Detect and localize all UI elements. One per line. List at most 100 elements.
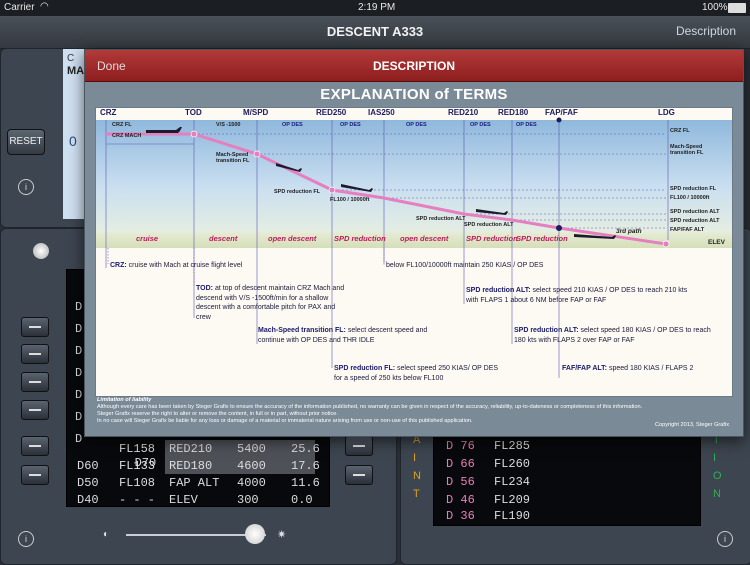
line-select-key[interactable] [21, 372, 49, 392]
side-letter: N [413, 470, 421, 482]
liability-line: Although every care has been taken by St… [97, 404, 643, 410]
phase-label: SPD reduction [516, 234, 568, 243]
fl-cell: FL260 [494, 457, 531, 471]
battery-percent: 100% [702, 2, 728, 13]
info-icon[interactable]: i [18, 531, 34, 547]
note-mach: Mach-Speed transition FL: select descent… [258, 327, 428, 344]
side-letter: N [713, 488, 721, 500]
wifi-icon: ◠ [40, 1, 49, 12]
line-select-key[interactable] [21, 436, 49, 456]
left-control-panel: C MA 0 RESET i [0, 48, 94, 228]
descent-profile-svg [105, 117, 670, 378]
fl100-label: FL100 / 10000ft [330, 197, 370, 203]
info-icon[interactable]: i [18, 179, 34, 195]
right-label: Mach-Speed transition FL [670, 144, 704, 156]
modal-title: DESCRIPTION [372, 59, 455, 73]
phase-label: cruise [136, 234, 159, 243]
line-select-key[interactable] [345, 465, 373, 485]
fl-cell: FL234 [494, 475, 531, 489]
bright-icon: ✷ [277, 529, 287, 541]
phase-label: open descent [400, 234, 449, 243]
dist-cell: 11.6 [291, 476, 320, 490]
table-row[interactable]: D60 [77, 459, 99, 473]
partial-value: 0 [69, 133, 77, 149]
reset-button[interactable]: RESET [7, 129, 45, 155]
d-cell: D 66 [446, 457, 475, 471]
info-icon[interactable]: i [717, 531, 733, 547]
alt-cell: 5400 [237, 442, 266, 456]
name-cell: ELEV [169, 493, 198, 507]
profile-point [328, 186, 336, 194]
name-cell: RED210 [169, 442, 213, 456]
spd-fl-label: SPD reduction FL [274, 189, 321, 195]
d-label: D [75, 300, 83, 314]
side-letter: I [413, 452, 417, 464]
fmc-screen-right: D 76 FL285 D 66 FL260 D 56 FL234 D 46 FL… [433, 434, 701, 526]
note-alt2: SPD reduction ALT: select speed 180 KIAS… [514, 327, 711, 344]
alt-cell: 4600 [237, 459, 266, 473]
right-label: SPD reduction FL [670, 186, 717, 192]
side-letter: O [713, 470, 722, 482]
terms-diagram: CRZ TOD M/SPD RED250 IAS250 RED210 RED18… [95, 107, 733, 397]
fl-cell: FL108 [119, 476, 156, 490]
right-label: FL100 / 10000ft [670, 195, 710, 201]
op-des-label: OP DES [470, 122, 491, 128]
phase-label: descent [209, 234, 238, 243]
profile-point [662, 240, 670, 248]
right-label: SPD reduction ALT [670, 209, 720, 215]
op-des-label: OP DES [406, 122, 427, 128]
fl-cell: FL209 [494, 493, 531, 507]
alt-cell: 300 [237, 493, 259, 507]
line-select-key[interactable] [21, 344, 49, 364]
fl-cell: FL285 [494, 439, 531, 453]
phase-label: open descent [268, 234, 317, 243]
explanation-heading: EXPLANATION of TERMS [320, 86, 508, 103]
slider-thumb[interactable] [245, 524, 265, 544]
faf-point [556, 225, 562, 231]
fl-cell: FL133 [119, 459, 156, 473]
partial-label: C [67, 53, 75, 64]
line-select-key[interactable] [21, 465, 49, 485]
profile-point [190, 130, 198, 138]
line-select-key[interactable] [21, 400, 49, 420]
d-cell: D 76 [446, 439, 475, 453]
d-cell: D 46 [446, 493, 475, 507]
phase-label: SPD reduction [334, 234, 386, 243]
d-column: D D D D D D D [75, 300, 82, 454]
liability-text: Limitation of liability Although every c… [97, 397, 737, 425]
line-select-key[interactable] [345, 436, 373, 456]
op-des-label: OP DES [516, 122, 537, 128]
d-label: D [75, 388, 83, 402]
knob-icon[interactable] [33, 243, 49, 259]
dim-icon: ◐ [103, 529, 110, 540]
description-button[interactable]: Description [676, 24, 736, 38]
liability-title: Limitation of liability [97, 397, 152, 403]
d-label: D [75, 344, 83, 358]
note-alt1: SPD reduction ALT: select speed 210 KIAS… [466, 287, 688, 304]
side-letters-left: A I N T [413, 434, 421, 506]
d-cell: D 36 [446, 509, 475, 523]
alt-cell: 4000 [237, 476, 266, 490]
faf-top-marker [556, 117, 562, 123]
note-faf: FAF/FAP ALT: speed 180 KIAS / FLAPS 2 [562, 365, 694, 372]
spd-alt-label: SPD reduction ALT [464, 222, 514, 228]
crz-fl-label: CRZ FL [112, 122, 132, 128]
liability-line: In no case will Steger Grafix be liable … [97, 418, 473, 424]
spd-alt-label: SPD reduction ALT [416, 216, 466, 222]
fl-cell: FL190 [494, 509, 531, 523]
right-label: ELEV [708, 239, 725, 246]
op-des-label: OP DES [282, 122, 303, 128]
note-below: below FL100/10000ft maintain 250 KIAS / … [386, 262, 544, 269]
table-row[interactable]: D50 [77, 476, 99, 490]
side-letter: I [713, 452, 717, 464]
d-label: D [75, 322, 83, 336]
dist-cell: 25.6 [291, 442, 320, 456]
line-select-key[interactable] [21, 317, 49, 337]
note-crz: CRZ: cruise with Mach at cruise flight l… [110, 262, 243, 269]
crz-mach-label: CRZ MACH [112, 133, 142, 139]
dist-cell: 17.6 [291, 459, 320, 473]
table-row[interactable]: D40 [77, 493, 99, 507]
liability-line: Steger Grafix reserve the right to alter… [97, 411, 338, 417]
name-cell: RED180 [169, 459, 213, 473]
clock: 2:19 PM [358, 2, 396, 13]
